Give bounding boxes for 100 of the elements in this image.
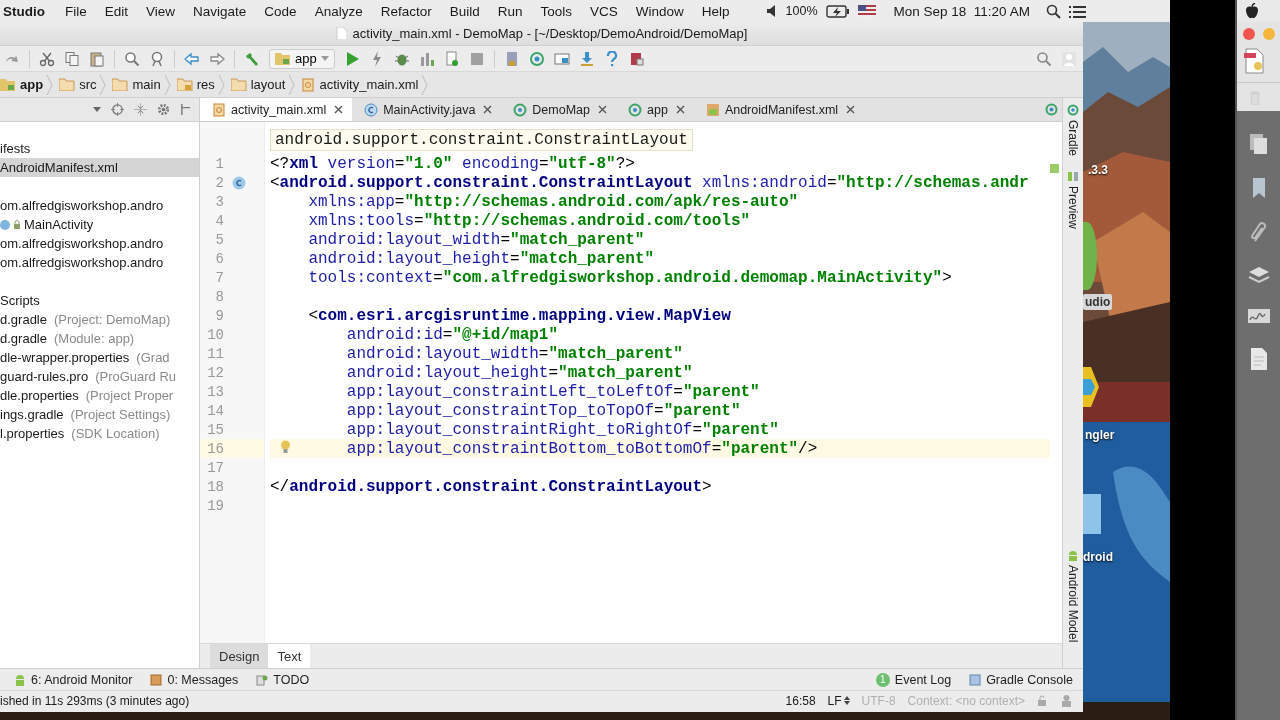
desktop-icon-label[interactable]: ngler [1085,428,1115,442]
desktop-icon-label[interactable]: droid [1083,550,1113,564]
tree-item[interactable]: dle-wrapper.properties (Grad [0,348,199,367]
app-icon[interactable] [1083,367,1099,407]
tool-window-button[interactable]: TODO [254,672,312,687]
hammer-icon[interactable] [244,50,260,67]
collapse-icon[interactable] [134,103,147,116]
tool-window-button[interactable]: Gradle Console [967,672,1075,687]
close-icon[interactable] [334,105,344,114]
replace-icon[interactable] [149,50,165,67]
bookmark-icon[interactable] [1250,177,1267,199]
tree-item[interactable]: om.alfredgisworkshop.andro [0,234,199,253]
copy-icon[interactable] [1248,133,1269,155]
tool-window-tab[interactable]: Preview [1066,170,1080,229]
inspector-icon[interactable] [1060,694,1073,707]
close-icon[interactable] [598,105,607,114]
tree-item[interactable]: om.alfredgisworkshop.andro [0,253,199,272]
stop-icon[interactable] [468,50,485,67]
target-icon[interactable] [111,103,124,116]
app-menu[interactable]: Studio [3,3,45,19]
menu-item[interactable]: Edit [104,3,129,19]
paperclip-icon[interactable] [1249,221,1268,243]
run-config-dropdown[interactable]: app [269,48,335,69]
editor-mode-tab[interactable]: Design [210,644,269,668]
close-icon[interactable] [675,105,685,114]
line-separator[interactable]: LF [827,693,850,708]
volume-icon[interactable] [765,4,778,18]
list-icon[interactable] [1068,4,1086,18]
tool-window-button[interactable]: Event Log [892,672,954,687]
battery-icon[interactable] [825,4,850,18]
breadcrumb-item[interactable]: src [59,77,100,92]
tree-item[interactable]: l.properties (SDK Location) [0,424,199,443]
clock[interactable]: Mon Sep 18 11:20 AM [893,3,1030,19]
profiler-icon[interactable] [418,50,435,67]
breadcrumb-item[interactable]: main [112,77,164,92]
desktop-icon-label[interactable]: .3.3 [1088,163,1108,177]
flag-icon[interactable] [857,5,876,17]
menu-item[interactable]: File [65,3,87,19]
menu-item[interactable]: Run [497,3,523,19]
menu-item[interactable]: Refactor [380,3,432,19]
sync-icon[interactable] [528,50,545,67]
document-icon[interactable] [1243,48,1265,74]
class-icon[interactable] [232,175,246,190]
monitor-icon[interactable] [628,50,645,67]
cut-icon[interactable] [39,50,55,67]
attach-icon[interactable] [443,50,460,67]
document-icon[interactable] [1249,347,1268,371]
lightbulb-icon[interactable] [280,440,291,454]
breadcrumb-item[interactable]: activity_main.xml [301,77,422,92]
desktop-icon-label[interactable]: udio [1083,294,1113,310]
back-arrow-icon[interactable] [184,50,200,67]
tree-item[interactable]: d.gradle (Project: DemoMap) [0,310,199,329]
menu-item[interactable]: Code [264,3,297,19]
paste-icon[interactable] [89,50,105,67]
menu-item[interactable]: Tools [540,3,572,19]
tree-item[interactable]: guard-rules.pro (ProGuard Ru [0,367,199,386]
copy-icon[interactable] [64,50,80,67]
lock-icon[interactable] [1037,695,1048,706]
tool-window-tab[interactable]: Gradle [1066,104,1080,157]
menu-item[interactable]: View [146,3,176,19]
tree-item[interactable]: dle.properties (Project Proper [0,386,199,405]
menu-item[interactable]: Analyze [314,3,363,19]
layers-icon[interactable] [1247,265,1270,285]
caret-position[interactable]: 16:58 [785,693,816,708]
menu-item[interactable]: Window [635,3,684,19]
search-icon[interactable] [1045,3,1061,19]
tree-item[interactable]: MainActivity [0,215,199,234]
tree-item[interactable]: ifests [0,139,199,158]
editor-tab[interactable]: AndroidManifest.xml [693,98,865,121]
tree-item[interactable]: d.gradle (Module: app) [0,329,199,348]
tool-window-button[interactable]: 6: Android Monitor [12,672,135,687]
tree-item[interactable]: AndroidManifest.xml [0,158,199,177]
tool-window-tab[interactable]: Android Model [1066,548,1080,642]
editor-tab[interactable]: app [616,98,694,121]
breadcrumb-item[interactable]: layout [230,77,289,92]
menu-item[interactable]: VCS [590,3,618,19]
apple-icon[interactable] [1245,3,1259,19]
close-icon[interactable] [846,105,856,114]
caret-icon[interactable] [93,106,101,113]
tree-item[interactable]: Scripts [0,291,199,310]
device-manager-icon[interactable] [553,50,570,67]
gradle-sync-icon[interactable] [1045,103,1058,116]
forward-arrow-icon[interactable] [209,50,225,67]
close-icon[interactable] [483,105,493,114]
breadcrumb-item[interactable]: res [176,77,218,92]
menu-item[interactable]: Build [449,3,480,19]
download-icon[interactable] [578,50,595,67]
tool-window-button[interactable]: 0: Messages [148,672,241,687]
menu-item[interactable]: Navigate [193,3,247,19]
tree-item[interactable]: om.alfredgisworkshop.andro [0,196,199,215]
tree-item[interactable]: ings.gradle (Project Settings) [0,405,199,424]
editor-tab[interactable]: MainActivity.java [352,98,502,121]
close-window-button[interactable] [1243,28,1255,40]
signature-icon[interactable] [1246,307,1271,325]
editor-mode-tab[interactable]: Text [268,644,311,668]
pin-icon[interactable] [180,103,193,116]
editor-tab[interactable]: activity_main.xml [200,98,353,121]
menu-item[interactable]: Help [701,3,730,19]
settings-icon[interactable] [157,103,170,116]
breadcrumb-item[interactable]: app [0,77,47,92]
